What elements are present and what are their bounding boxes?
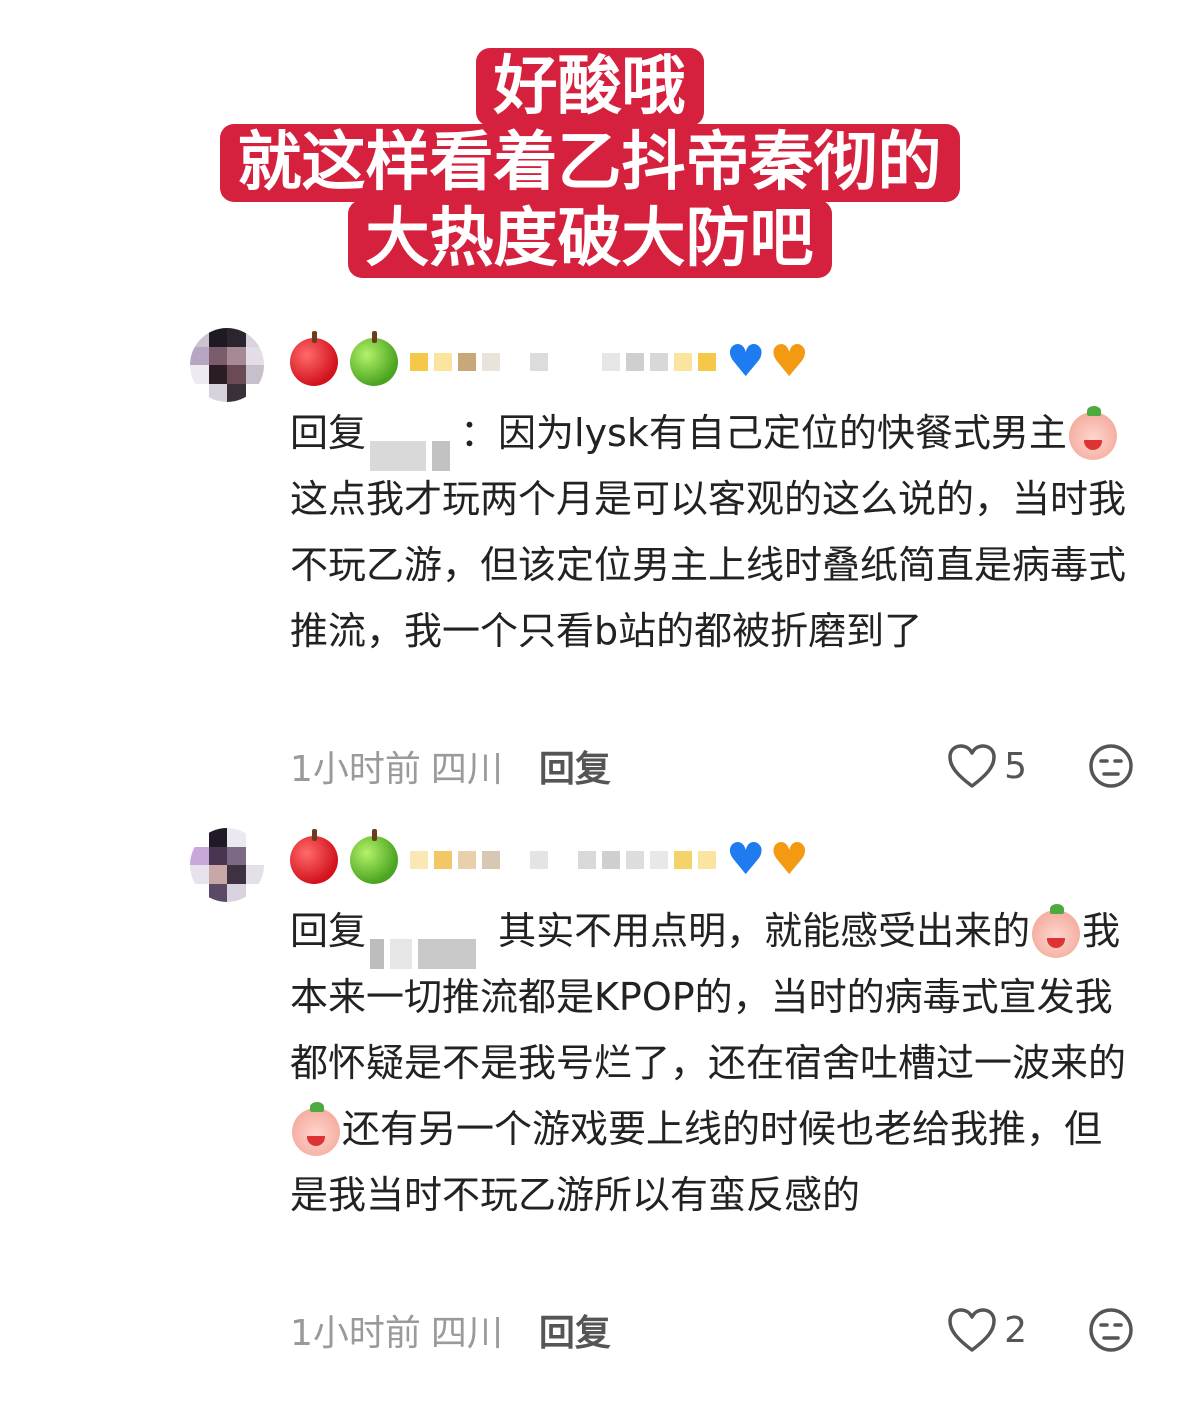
crying-face-icon xyxy=(1032,903,1081,958)
red-apple-icon xyxy=(290,331,338,386)
title-overlay: 好酸哦 就这样看着乙抖帝秦彻的 大热度破大防吧 xyxy=(0,48,1179,278)
username-row[interactable]: ♥ ♥ xyxy=(290,829,809,890)
masked-reply-target[interactable] xyxy=(370,919,482,969)
blurred-username xyxy=(410,338,722,386)
comment-time: 1小时前 xyxy=(290,749,421,790)
comment-text-part-3: 还有另一个游戏要上线的时候也老给我推，但是我当时不玩乙游所以有蛮反感的 xyxy=(290,1107,1103,1217)
masked-reply-target[interactable] xyxy=(370,421,456,471)
comment-location: 四川 xyxy=(430,749,503,790)
like-count: 2 xyxy=(1004,1309,1027,1351)
smiling-face-icon xyxy=(292,1101,340,1156)
username-row[interactable]: ♥ ♥ xyxy=(290,331,809,392)
reply-prefix: 回复 xyxy=(290,411,367,455)
title-line-3: 大热度破大防吧 xyxy=(347,200,832,278)
comment-meta: 1小时前 四川 回复 2 xyxy=(290,1305,1135,1355)
blue-heart-icon: ♥ xyxy=(726,834,766,885)
title-line-1: 好酸哦 xyxy=(475,48,704,126)
comment-time: 1小时前 xyxy=(290,1313,421,1354)
comment-body: 回复 其实不用点明，就能感受出来的 我本来一切推流都是KPOP的，当时的病毒式宣发… xyxy=(290,898,1135,1228)
comment-meta: 1小时前 四川 回复 5 xyxy=(290,741,1135,791)
comment-body: 回复 ：因为lysk有自己定位的快餐式男主这点我才玩两个月是可以客观的这么说的，当… xyxy=(290,400,1135,664)
emoji-reaction-icon[interactable] xyxy=(1087,742,1135,790)
blurred-username xyxy=(410,836,722,884)
reply-prefix: 回复 xyxy=(290,909,367,953)
avatar[interactable] xyxy=(190,828,264,902)
avatar[interactable] xyxy=(190,328,264,402)
reply-button[interactable]: 回复 xyxy=(539,740,611,792)
comment-location: 四川 xyxy=(430,1313,503,1354)
orange-heart-icon: ♥ xyxy=(769,336,809,387)
comment-text-part-2: 这点我才玩两个月是可以客观的这么说的，当时我不玩乙游，但该定位男主上线时叠纸简直… xyxy=(290,477,1127,653)
green-apple-icon xyxy=(350,829,398,884)
emoji-reaction-icon[interactable] xyxy=(1087,1306,1135,1354)
crying-face-icon xyxy=(1068,405,1117,460)
heart-like-icon[interactable] xyxy=(946,742,998,790)
title-line-2: 就这样看着乙抖帝秦彻的 xyxy=(219,124,960,202)
like-count: 5 xyxy=(1004,745,1027,787)
heart-like-icon[interactable] xyxy=(946,1306,998,1354)
comment-text-part-1: ：因为lysk有自己定位的快餐式男主 xyxy=(460,411,1067,455)
reply-button[interactable]: 回复 xyxy=(539,1304,611,1356)
red-apple-icon xyxy=(290,829,338,884)
orange-heart-icon: ♥ xyxy=(769,834,809,885)
green-apple-icon xyxy=(350,331,398,386)
comment-text-part-1: 其实不用点明，就能感受出来的 xyxy=(486,909,1031,953)
blue-heart-icon: ♥ xyxy=(726,336,766,387)
